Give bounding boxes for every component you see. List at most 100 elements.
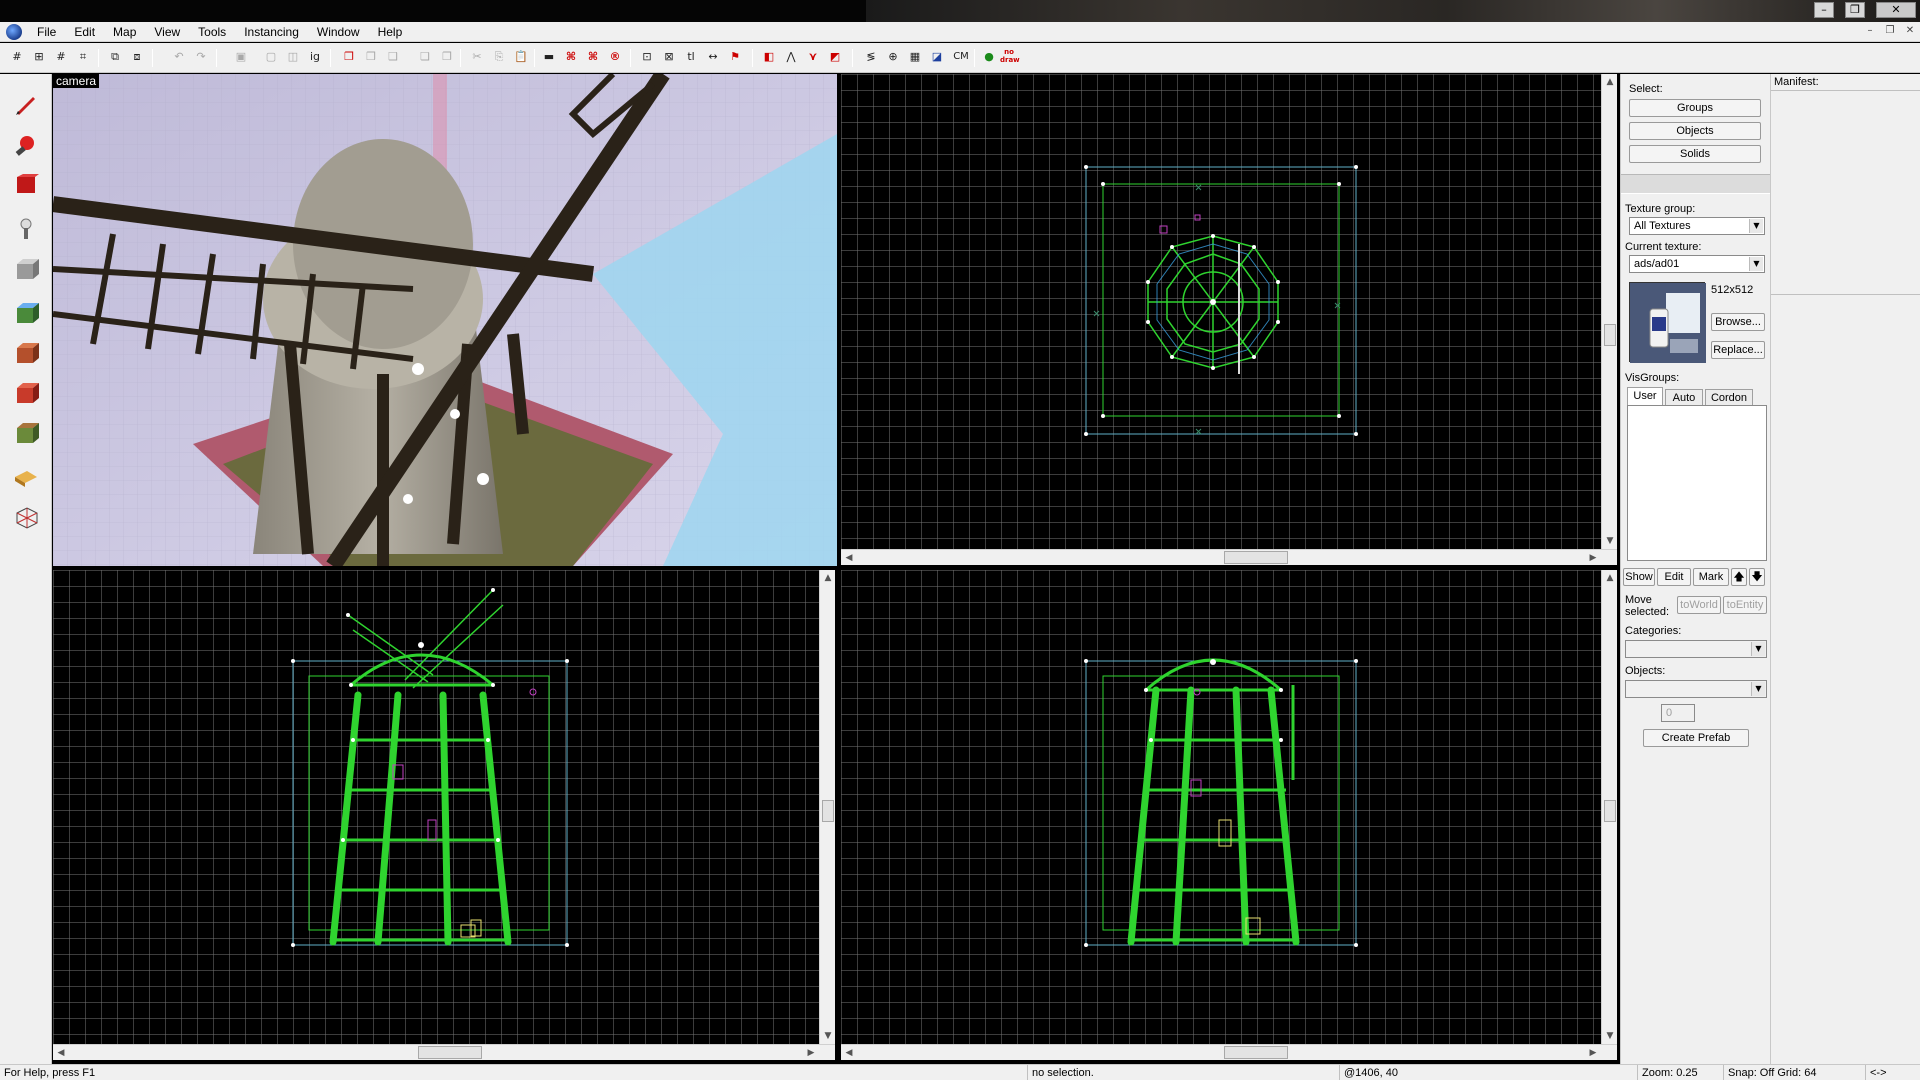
scroll-thumb[interactable]	[1604, 800, 1616, 822]
scroll-down-icon[interactable]: ▼	[1602, 1028, 1618, 1044]
decal-icon[interactable]: ❏	[416, 48, 434, 66]
visgroups-list[interactable]	[1627, 405, 1767, 561]
grid-toggle-icon[interactable]: ⌗	[74, 48, 92, 66]
menu-instancing[interactable]: Instancing	[235, 22, 308, 42]
smooth-icon[interactable]: ❒	[362, 48, 380, 66]
scroll-right-icon[interactable]: ▶	[1585, 1045, 1601, 1061]
apply-texture-tool[interactable]	[8, 336, 44, 370]
camera-viewport[interactable]: camera	[53, 74, 837, 566]
texture-app-icon[interactable]: ❐	[340, 48, 358, 66]
quick-hide-icon[interactable]: ◧	[760, 48, 778, 66]
ignore-groups-icon[interactable]: ig	[306, 48, 324, 66]
overlay-icon[interactable]: ❐	[438, 48, 456, 66]
scroll-up-icon[interactable]: ▲	[820, 570, 836, 586]
objects-button[interactable]: Objects	[1629, 122, 1761, 140]
side-view-horizontal-scrollbar[interactable]: ◀ ▶	[841, 1044, 1617, 1060]
texture-lock-icon[interactable]: ⌘	[562, 48, 580, 66]
current-texture-select[interactable]: ads/ad01 ▼	[1629, 255, 1765, 273]
top-2d-viewport[interactable]	[841, 74, 1601, 549]
groups-button[interactable]: Groups	[1629, 99, 1761, 117]
cm-button[interactable]: CM	[950, 48, 972, 66]
green-sphere-icon[interactable]: ●	[980, 48, 998, 66]
scroll-thumb[interactable]	[1224, 551, 1288, 564]
scroll-thumb[interactable]	[418, 1046, 482, 1059]
top-view-vertical-scrollbar[interactable]: ▲ ▼	[1601, 74, 1617, 549]
vertex-icon[interactable]: ❑	[384, 48, 402, 66]
map-info-icon[interactable]: ▦	[906, 48, 924, 66]
nodraw-icon[interactable]: no draw	[1000, 48, 1020, 66]
front-view-vertical-scrollbar[interactable]: ▲ ▼	[819, 570, 835, 1044]
entity-tool[interactable]	[8, 212, 44, 246]
texture-lock-scale-icon[interactable]: ⌘	[584, 48, 602, 66]
cordon-edit-icon[interactable]: ⊠	[660, 48, 678, 66]
move-to-entity-icon[interactable]: ◩	[826, 48, 844, 66]
scroll-thumb[interactable]	[822, 800, 834, 822]
copy-icon[interactable]: ⎘	[490, 48, 508, 66]
scroll-thumb[interactable]	[1604, 324, 1616, 346]
side-view-vertical-scrollbar[interactable]: ▲ ▼	[1601, 570, 1617, 1044]
side-2d-viewport[interactable]	[841, 570, 1601, 1044]
tie-entity-icon[interactable]: ⋀	[782, 48, 800, 66]
front-view-horizontal-scrollbar[interactable]: ◀ ▶	[53, 1044, 835, 1060]
show-button[interactable]: Show	[1623, 568, 1655, 586]
to-entity-button[interactable]: toEntity	[1723, 596, 1767, 614]
close-button[interactable]: ✕	[1876, 2, 1916, 18]
grid-larger-icon[interactable]: #	[52, 48, 70, 66]
front-2d-viewport[interactable]	[53, 570, 819, 1044]
scroll-down-icon[interactable]: ▼	[1602, 533, 1618, 549]
categories-select[interactable]: ▼	[1625, 640, 1767, 658]
ungroup-icon[interactable]: ⧈	[128, 48, 146, 66]
scroll-up-icon[interactable]: ▲	[1602, 74, 1618, 90]
create-prefab-button[interactable]: Create Prefab	[1643, 729, 1749, 747]
edit-button[interactable]: Edit	[1657, 568, 1691, 586]
paste-icon[interactable]: 📋	[512, 48, 530, 66]
clip-icon[interactable]: ◫	[284, 48, 302, 66]
top-view-horizontal-scrollbar[interactable]: ◀ ▶	[841, 549, 1617, 565]
menu-window[interactable]: Window	[308, 22, 369, 42]
grid-smaller-icon[interactable]: ⊞	[30, 48, 48, 66]
scroll-down-icon[interactable]: ▼	[820, 1028, 836, 1044]
restore-button[interactable]: ❐	[1845, 2, 1865, 18]
move-down-button[interactable]: 🡇	[1749, 568, 1765, 586]
solids-button[interactable]: Solids	[1629, 145, 1761, 163]
ruler-icon[interactable]: ®	[606, 48, 624, 66]
magnify-tool[interactable]	[8, 128, 44, 162]
decal-tool[interactable]	[8, 376, 44, 410]
undo-icon[interactable]: ↶	[170, 48, 188, 66]
entity-report-icon[interactable]: ≶	[862, 48, 880, 66]
to-world-button[interactable]: toWorld	[1677, 596, 1721, 614]
carve-icon[interactable]: ▣	[232, 48, 250, 66]
mark-button[interactable]: Mark	[1693, 568, 1729, 586]
mdi-restore-icon[interactable]: ❐	[1882, 24, 1898, 38]
texture-tool[interactable]	[8, 296, 44, 330]
cordon-icon[interactable]: ⊡	[638, 48, 656, 66]
grid-icon[interactable]: #	[8, 48, 26, 66]
overlay-tool[interactable]	[8, 460, 44, 494]
hammer-app-icon[interactable]	[6, 23, 22, 40]
check-problems-icon[interactable]: ⊕	[884, 48, 902, 66]
group-icon[interactable]: ⧉	[106, 48, 124, 66]
move-up-button[interactable]: 🡅	[1731, 568, 1747, 586]
texture-group-select[interactable]: All Textures ▼	[1629, 217, 1765, 235]
block-tool[interactable]	[8, 252, 44, 286]
menu-view[interactable]: View	[145, 22, 189, 42]
hide-icon[interactable]: tl	[682, 48, 700, 66]
objects-select[interactable]: ▼	[1625, 680, 1767, 698]
scroll-left-icon[interactable]: ◀	[53, 1045, 69, 1061]
vertex-tool[interactable]	[8, 500, 44, 534]
scroll-right-icon[interactable]: ▶	[1585, 550, 1601, 566]
helpers-icon[interactable]: ⚑	[726, 48, 744, 66]
camera-tool[interactable]	[8, 168, 44, 202]
hollow-icon[interactable]: ▢	[262, 48, 280, 66]
replace-button[interactable]: Replace...	[1711, 341, 1765, 359]
clip-tool[interactable]	[8, 416, 44, 450]
scroll-thumb[interactable]	[1224, 1046, 1288, 1059]
scroll-left-icon[interactable]: ◀	[841, 550, 857, 566]
selection-tool[interactable]	[8, 88, 44, 122]
menu-file[interactable]: File	[28, 22, 65, 42]
count-stepper[interactable]: 0	[1661, 704, 1695, 722]
move-to-world-icon[interactable]: ⋎	[804, 48, 822, 66]
tab-user[interactable]: User	[1627, 387, 1663, 405]
menu-map[interactable]: Map	[104, 22, 145, 42]
scroll-left-icon[interactable]: ◀	[841, 1045, 857, 1061]
